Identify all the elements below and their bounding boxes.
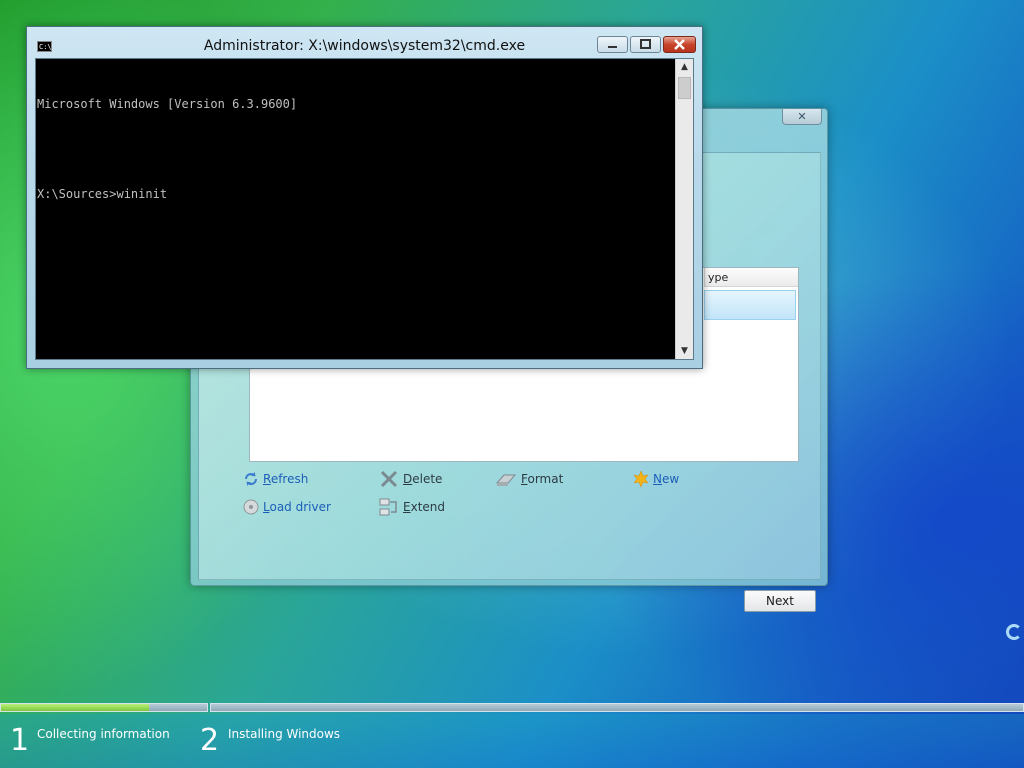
delete-action[interactable]: Delete <box>379 469 442 489</box>
console-output: Microsoft Windows [Version 6.3.9600] X:\… <box>37 59 673 239</box>
scroll-up-icon[interactable]: ▲ <box>676 59 693 75</box>
new-action[interactable]: New <box>633 469 679 489</box>
extend-icon <box>379 497 399 517</box>
partition-row-selected[interactable] <box>704 290 796 320</box>
refresh-icon <box>243 471 259 487</box>
extend-action[interactable]: Extend <box>379 497 445 517</box>
step-1-progress-fill <box>1 704 150 711</box>
next-button[interactable]: Next <box>744 590 816 612</box>
maximize-button[interactable] <box>630 36 661 53</box>
new-label: New <box>653 472 680 486</box>
step-label: Collecting information <box>37 727 170 741</box>
disc-icon <box>243 499 259 515</box>
minimize-icon <box>608 46 617 48</box>
busy-spinner-icon <box>1006 624 1022 640</box>
scroll-thumb[interactable] <box>678 77 691 99</box>
step-2-progress-bar <box>210 703 1024 712</box>
console-line: Microsoft Windows [Version 6.3.9600] <box>37 97 298 111</box>
format-action[interactable]: Format <box>495 469 563 489</box>
close-button[interactable] <box>663 36 696 53</box>
starburst-icon <box>633 470 649 488</box>
console-area[interactable]: Microsoft Windows [Version 6.3.9600] X:\… <box>35 58 694 360</box>
progress-band <box>0 714 1024 768</box>
delete-x-icon <box>379 469 399 489</box>
next-label: Next <box>766 594 794 608</box>
column-header-type[interactable]: ype <box>704 268 798 287</box>
close-icon <box>674 39 685 50</box>
vertical-scrollbar[interactable]: ▲ ▼ <box>675 59 693 359</box>
window-controls <box>597 36 696 53</box>
format-label: Format <box>521 472 564 486</box>
minimize-button[interactable] <box>597 36 628 53</box>
step-1-progress-bar <box>0 703 208 712</box>
console-line: X:\Sources>wininit <box>37 187 168 201</box>
close-icon: ✕ <box>797 110 807 123</box>
step-number: 1 <box>10 723 30 758</box>
load-driver-action[interactable]: Load driver <box>243 497 331 517</box>
load-driver-label: Load driver <box>263 500 331 514</box>
step-number: 2 <box>200 723 220 758</box>
refresh-action[interactable]: Refresh <box>243 469 308 489</box>
scroll-down-icon[interactable]: ▼ <box>676 343 693 359</box>
cmd-window[interactable]: C:\ Administrator: X:\windows\system32\c… <box>26 26 703 369</box>
setup-close-button[interactable]: ✕ <box>782 109 822 125</box>
step-label: Installing Windows <box>228 727 341 741</box>
refresh-label: Refresh <box>263 472 309 486</box>
delete-label: Delete <box>403 472 443 486</box>
extend-label: Extend <box>403 500 446 514</box>
setup-progress: 1 Collecting information 2 Installing Wi… <box>0 700 1024 768</box>
maximize-icon <box>640 39 651 49</box>
eraser-icon <box>495 471 517 487</box>
